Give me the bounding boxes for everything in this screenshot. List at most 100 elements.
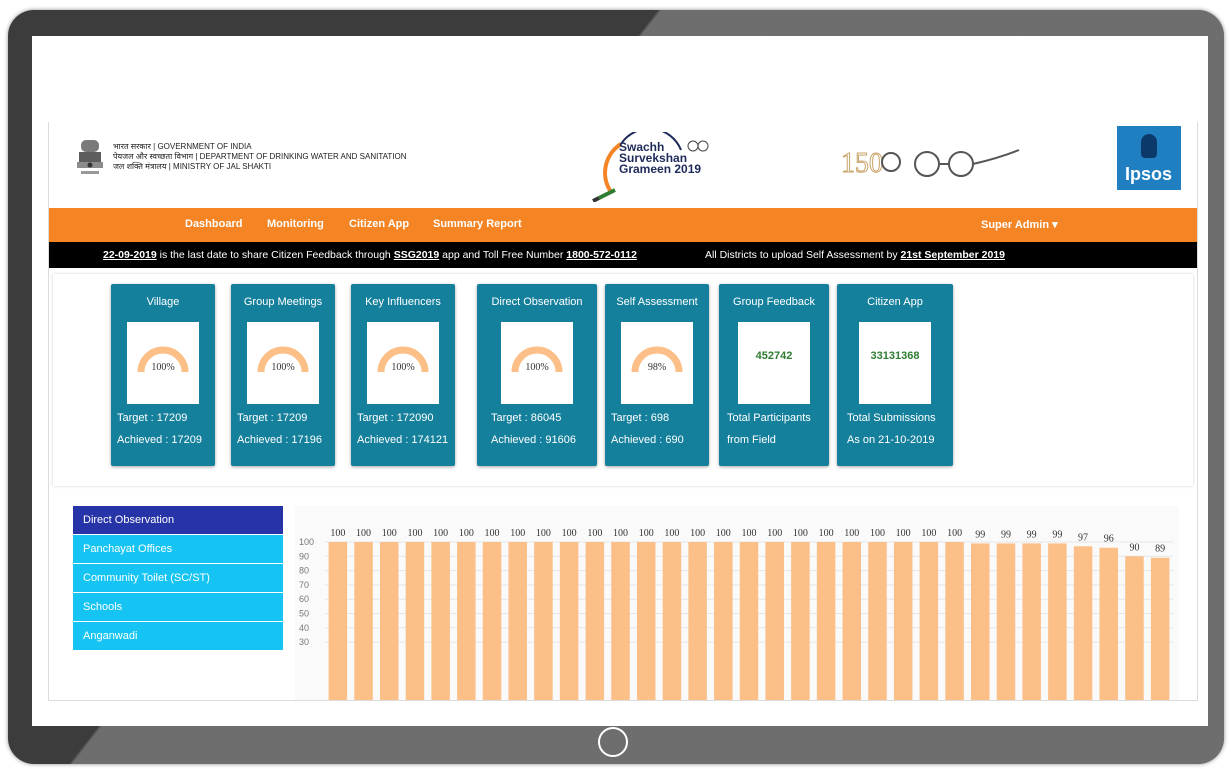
tile-target: Target : 17209 bbox=[237, 412, 308, 424]
nav-citizen-app[interactable]: Citizen App bbox=[349, 218, 409, 230]
bar-value-label: 96 bbox=[1104, 534, 1114, 545]
bar[interactable] bbox=[379, 542, 399, 701]
bar[interactable] bbox=[1125, 556, 1144, 701]
category-schools[interactable]: Schools bbox=[73, 593, 283, 622]
tile-gauge-box: 98% bbox=[621, 322, 693, 404]
bar-value-label: 100 bbox=[664, 528, 679, 539]
bar[interactable] bbox=[816, 542, 836, 701]
bar[interactable] bbox=[893, 542, 913, 701]
bar[interactable] bbox=[534, 542, 553, 701]
bar[interactable] bbox=[739, 542, 759, 701]
tile-value: 98% bbox=[647, 362, 667, 373]
bar[interactable] bbox=[431, 542, 450, 701]
y-tick-label: 70 bbox=[299, 580, 309, 590]
svg-text:150: 150 bbox=[841, 148, 883, 179]
announcement-date: 22-09-2019 bbox=[103, 249, 157, 261]
bar-value-label: 100 bbox=[819, 528, 834, 539]
tile-title: Self Assessment bbox=[616, 296, 698, 308]
bar-value-label: 100 bbox=[767, 528, 782, 539]
tile-title: Key Influencers bbox=[365, 296, 441, 308]
tile-caption-2: As on 21-10-2019 bbox=[847, 434, 935, 446]
bar-value-label: 100 bbox=[844, 528, 859, 539]
bar-value-label: 100 bbox=[330, 528, 345, 539]
gov-line: भारत सरकार | GOVERNMENT OF INDIA bbox=[113, 142, 252, 151]
bar-value-label: 99 bbox=[1001, 529, 1011, 540]
bar-value-label: 100 bbox=[793, 528, 808, 539]
bar[interactable] bbox=[636, 542, 656, 701]
tile-achieved: Achieved : 17196 bbox=[237, 434, 323, 446]
bar[interactable] bbox=[1022, 543, 1041, 701]
tile-value: 100% bbox=[271, 362, 295, 373]
bar[interactable] bbox=[688, 542, 707, 701]
tile-group-feedback[interactable]: Group Feedback 452742 Total Participants… bbox=[719, 284, 829, 466]
bar[interactable] bbox=[611, 542, 630, 701]
tile-value: 33131368 bbox=[870, 350, 920, 362]
bar-value-label: 100 bbox=[356, 528, 371, 539]
bar[interactable] bbox=[662, 542, 682, 701]
bar-value-label: 100 bbox=[870, 528, 885, 539]
bar[interactable] bbox=[971, 543, 990, 701]
user-menu[interactable]: Super Admin ▾ bbox=[981, 218, 1058, 231]
bar[interactable] bbox=[1150, 557, 1170, 701]
tile-value: 100% bbox=[151, 362, 175, 373]
tile-target: Target : 172090 bbox=[357, 412, 434, 424]
nav-dashboard[interactable]: Dashboard bbox=[185, 218, 242, 230]
ipsos-logo: Ipsos bbox=[1117, 126, 1181, 190]
bar-value-label: 100 bbox=[639, 528, 654, 539]
category-anganwadi[interactable]: Anganwadi bbox=[73, 622, 283, 651]
bar[interactable] bbox=[457, 542, 476, 701]
tile-value: 100% bbox=[391, 362, 415, 373]
bar[interactable] bbox=[508, 542, 527, 701]
bar-value-label: 100 bbox=[485, 528, 500, 539]
bar-value-label: 100 bbox=[510, 528, 525, 539]
bar[interactable] bbox=[585, 542, 605, 701]
category-direct-observation[interactable]: Direct Observation bbox=[73, 506, 283, 535]
bar[interactable] bbox=[559, 542, 579, 701]
category-community-toilet[interactable]: Community Toilet (SC/ST) bbox=[73, 564, 283, 593]
bar[interactable] bbox=[328, 542, 348, 701]
tile-village[interactable]: Village 100% Target : 17209 Achieved : 1… bbox=[111, 284, 215, 466]
tile-title: Village bbox=[146, 296, 180, 308]
bar[interactable] bbox=[945, 542, 964, 701]
bar[interactable] bbox=[1073, 546, 1093, 701]
caret-down-icon: ▾ bbox=[1049, 219, 1058, 231]
government-titles: भारत सरकार | GOVERNMENT OF INDIA पेयजल औ… bbox=[113, 142, 406, 172]
tile-title: Direct Observation bbox=[491, 296, 583, 308]
bar[interactable] bbox=[405, 542, 425, 701]
tile-key-influencers[interactable]: Key Influencers 100% Target : 172090 Ach… bbox=[351, 284, 455, 466]
category-panchayat-offices[interactable]: Panchayat Offices bbox=[73, 535, 283, 564]
bar[interactable] bbox=[996, 543, 1016, 701]
bar-value-label: 100 bbox=[613, 528, 628, 539]
bar-value-label: 100 bbox=[433, 528, 448, 539]
bar-value-label: 99 bbox=[1052, 529, 1062, 540]
tile-citizen-app[interactable]: Citizen App 33131368 Total Submissions A… bbox=[837, 284, 953, 466]
bar-value-label: 97 bbox=[1078, 532, 1088, 543]
tile-caption-2: from Field bbox=[727, 434, 776, 446]
tile-self-assessment[interactable]: Self Assessment 98% Target : 698 Achieve… bbox=[605, 284, 709, 466]
national-emblem-icon bbox=[77, 140, 103, 174]
bar[interactable] bbox=[714, 542, 733, 701]
bar-value-label: 100 bbox=[716, 528, 731, 539]
nav-summary-report[interactable]: Summary Report bbox=[433, 218, 522, 230]
tile-achieved: Achieved : 174121 bbox=[357, 434, 449, 446]
y-tick-label: 40 bbox=[299, 623, 309, 633]
bar[interactable] bbox=[482, 542, 502, 701]
home-button[interactable] bbox=[598, 727, 628, 757]
bar[interactable] bbox=[842, 542, 862, 701]
bar[interactable] bbox=[1099, 547, 1119, 701]
bar-value-label: 100 bbox=[690, 528, 705, 539]
bar[interactable] bbox=[765, 542, 784, 701]
nav-monitoring[interactable]: Monitoring bbox=[267, 218, 324, 230]
bar[interactable] bbox=[354, 542, 373, 701]
main-nav: Dashboard Monitoring Citizen App Summary… bbox=[49, 208, 1197, 242]
bar[interactable] bbox=[1048, 543, 1067, 701]
tile-target: Target : 17209 bbox=[117, 412, 188, 424]
tile-group-meetings[interactable]: Group Meetings 100% Target : 17209 Achie… bbox=[231, 284, 335, 466]
bar[interactable] bbox=[868, 542, 887, 701]
ssg-title: Swachh Survekshan Grameen 2019 bbox=[619, 141, 701, 175]
bar[interactable] bbox=[919, 542, 939, 701]
tile-target: Target : 698 bbox=[611, 412, 670, 424]
tile-direct-observation[interactable]: Direct Observation 100% Target : 86045 A… bbox=[477, 284, 597, 466]
bar[interactable] bbox=[791, 542, 810, 701]
tile-count-box: 33131368 bbox=[859, 322, 931, 404]
